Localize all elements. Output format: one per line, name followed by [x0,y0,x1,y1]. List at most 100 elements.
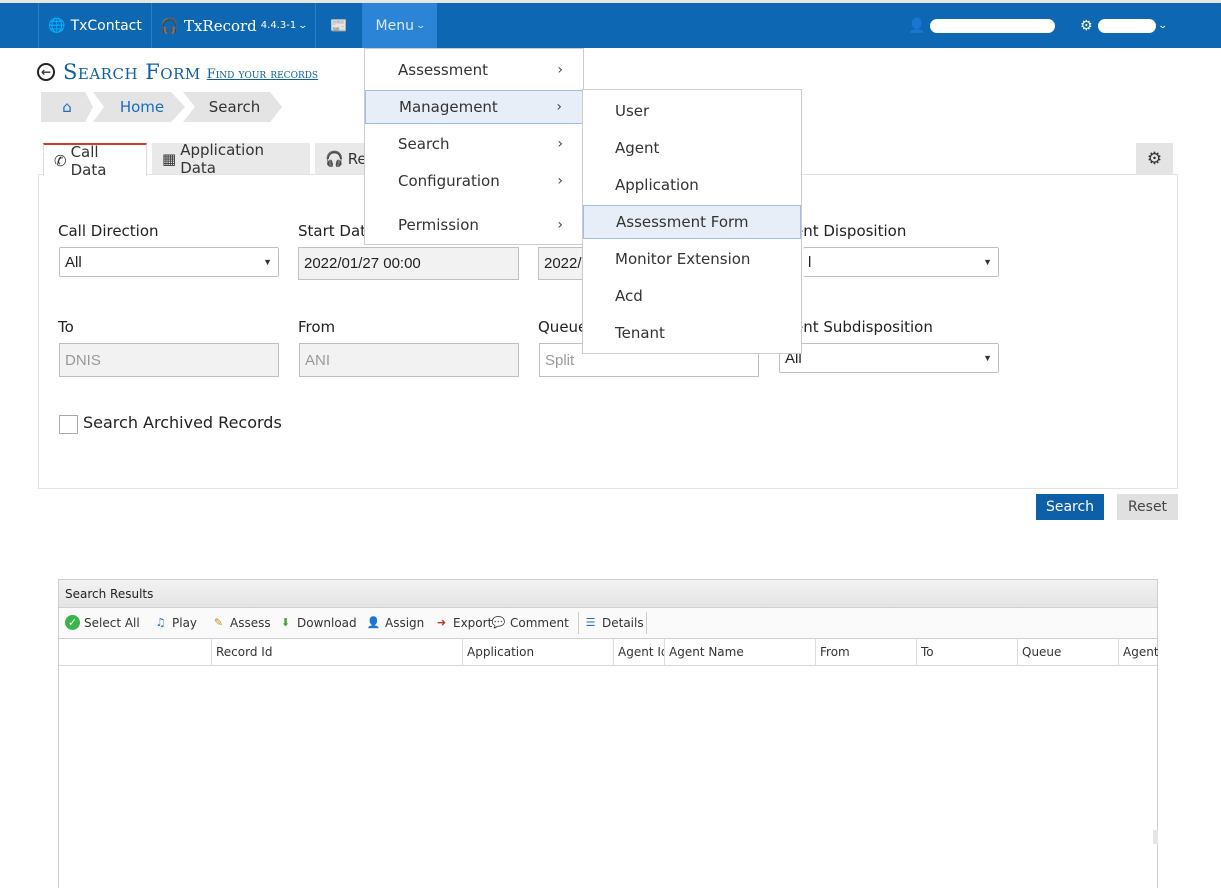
menu-item-assessment[interactable]: Assessment › [365,53,583,87]
page-subtitle: Find your records [206,67,319,82]
column-header-to[interactable]: To [916,639,1017,665]
assess-button[interactable]: ✎ Assess [211,615,271,630]
call-direction-select[interactable]: All ▼ [59,247,279,277]
call-direction-label: Call Direction [58,222,159,240]
scrollbar[interactable] [1153,830,1158,844]
settings-menu[interactable]: ⚙ ⌄ [1080,3,1180,48]
breadcrumb-home-icon[interactable]: ⌂ [41,92,93,122]
export-button[interactable]: ➜ Export [434,615,492,630]
breadcrumb-home[interactable]: Home [93,92,185,122]
column-header-agent-id[interactable]: Agent Id [613,639,664,665]
menu-item-configuration[interactable]: Configuration › [365,164,583,198]
chevron-right-icon: › [557,62,563,78]
newspaper-icon: 📰 [330,17,348,34]
reset-button[interactable]: Reset [1117,494,1178,520]
column-header-from[interactable]: From [815,639,916,665]
agent-subdisposition-select[interactable]: All ▼ [779,343,999,373]
list-icon: ☰ [585,616,596,629]
check-icon: ✓ [65,615,80,630]
assign-user-icon: 👤 [366,616,381,629]
txrecord-label: TxRecord [183,16,257,35]
chevron-down-icon: ▼ [983,257,992,267]
details-button[interactable]: ☰ Details [583,615,644,630]
management-submenu: User Agent Application Assessment Form M… [582,89,802,354]
main-dropdown-menu: Assessment › Management › Search › Confi… [364,48,584,245]
submenu-item-user[interactable]: User [583,94,801,128]
gear-icon: ⚙ [1080,17,1093,34]
username-redacted [930,18,1056,33]
submenu-item-application[interactable]: Application [583,168,801,202]
results-column-headers: Record Id Application Agent Id Agent Nam… [59,639,1158,666]
chevron-right-icon: › [557,136,563,152]
end-date-input[interactable]: 2022/ [538,247,588,280]
menu-item-label: Search [398,135,450,153]
comment-button[interactable]: 💬 Comment [491,615,569,630]
select-all-button[interactable]: ✓ Select All [65,615,140,630]
breadcrumb-search[interactable]: Search [183,92,282,122]
download-button[interactable]: ⬇ Download [278,615,357,630]
play-button[interactable]: ♫ Play [153,615,197,630]
form-settings-button[interactable]: ⚙ [1136,143,1173,174]
pencil-icon: ✎ [213,616,224,629]
phone-icon: ✆ [54,151,67,170]
tab-call-data[interactable]: ✆ Call Data [43,143,147,179]
submenu-item-agent[interactable]: Agent [583,131,801,165]
column-header-application[interactable]: Application [462,639,613,665]
assess-label: Assess [230,615,271,630]
toolbar-divider [578,612,579,634]
page-title-text: Search Form [63,60,201,84]
archived-checkbox[interactable] [59,415,78,434]
comment-label: Comment [510,615,569,630]
start-date-label: Start Dat [298,222,367,240]
submenu-item-monitor-extension[interactable]: Monitor Extension [583,242,801,276]
submenu-item-tenant[interactable]: Tenant [583,316,801,350]
column-header-agent-name[interactable]: Agent Name [664,639,815,665]
submenu-item-assessment-form[interactable]: Assessment Form [583,205,801,239]
search-button[interactable]: Search [1036,494,1104,520]
comment-icon: 💬 [491,616,506,629]
chevron-right-icon: › [557,173,563,189]
agent-subdisposition-label: ent Subdisposition [794,318,933,336]
version-label: 4.4.3-1 [260,20,297,31]
assign-button[interactable]: 👤 Assign [366,615,425,630]
from-input[interactable]: ANI [299,343,519,377]
chevron-down-icon: ▼ [983,353,992,363]
chevron-down-icon: ⌄ [297,20,309,31]
column-header-agent[interactable]: Agent [1118,639,1158,665]
menu-item-search[interactable]: Search › [365,127,583,161]
column-header-select[interactable] [59,639,211,665]
txrecord-link[interactable]: 🎧 TxRecord 4.4.3-1 ⌄ [152,3,316,48]
menu-item-label: Management [399,98,498,116]
menu-item-label: Configuration [398,172,500,190]
column-header-queue[interactable]: Queue [1017,639,1118,665]
menu-item-label: Assessment [398,61,488,79]
search-results-grid: Search Results ✓ Select All ♫ Play ✎ Ass… [58,579,1158,888]
menu-item-label: Permission [398,216,479,234]
menu-item-management[interactable]: Management › [365,90,583,124]
menu-button[interactable]: Menu ⌄ [363,3,437,48]
column-header-record-id[interactable]: Record Id [211,639,462,665]
txcontact-link[interactable]: 🌐 TxContact [38,3,152,48]
chevron-right-icon: › [556,99,562,115]
back-arrow-icon[interactable]: ← [37,63,55,81]
start-date-input[interactable]: 2022/01/27 00:00 [298,247,519,280]
to-label: To [58,318,74,336]
assign-label: Assign [385,615,425,630]
details-label: Details [602,615,644,630]
user-menu[interactable]: 👤 [908,3,1058,48]
chevron-down-icon: ⌄ [1157,20,1168,31]
download-icon: ⬇ [280,616,291,629]
news-button[interactable]: 📰 [316,3,363,48]
to-input[interactable]: DNIS [59,343,279,377]
tab-application-data[interactable]: ▦ Application Data [152,141,310,177]
chevron-right-icon: › [557,217,563,233]
export-icon: ➜ [436,616,447,629]
menu-item-permission[interactable]: Permission › [365,208,583,242]
chevron-down-icon: ▼ [263,257,272,267]
agent-disposition-select[interactable]: l ▼ [803,247,999,277]
music-note-icon: ♫ [155,616,166,629]
queue-label: Queue [538,318,588,336]
submenu-item-acd[interactable]: Acd [583,279,801,313]
gear-icon: ⚙ [1146,148,1163,169]
grid-icon: ▦ [162,149,177,168]
